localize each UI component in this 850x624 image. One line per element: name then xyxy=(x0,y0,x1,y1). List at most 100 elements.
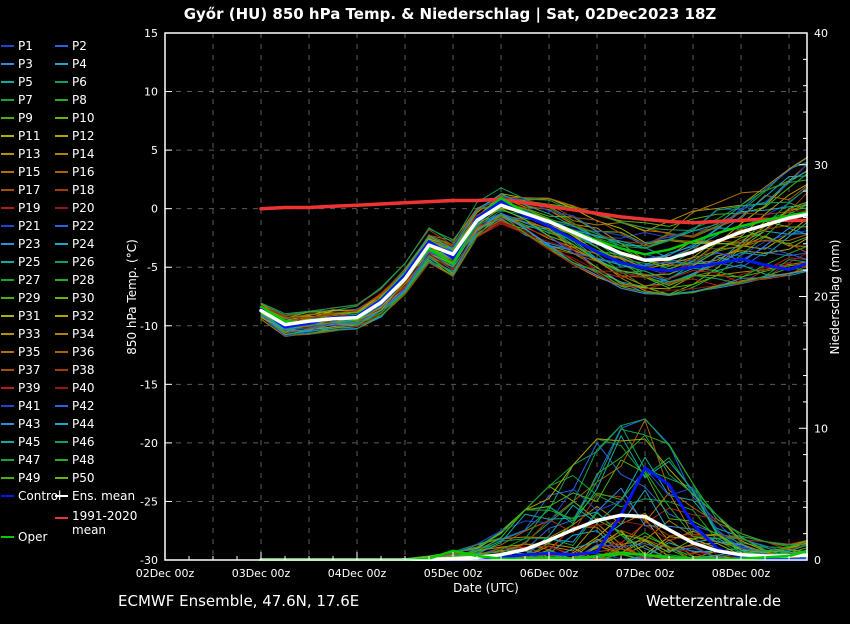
legend-member-p1: P1 xyxy=(1,37,33,55)
legend-member-p21: P21 xyxy=(1,217,41,235)
legend-member-p16-color-dash xyxy=(55,171,68,173)
x-tick-label: 07Dec 00z xyxy=(616,567,675,580)
legend-member-p5-label: P5 xyxy=(18,76,33,89)
legend-member-p21-color-dash xyxy=(1,225,14,227)
legend-member-p13-color-dash xyxy=(1,153,14,155)
y-right-tick-label: 30 xyxy=(814,159,828,172)
x-axis-label: Date (UTC) xyxy=(453,581,519,595)
legend-member-p30-label: P30 xyxy=(72,292,95,305)
legend-member-p30: P30 xyxy=(55,289,95,307)
y-left-tick-label: -30 xyxy=(140,554,158,567)
legend-member-p46: P46 xyxy=(55,433,95,451)
legend-member-p12-label: P12 xyxy=(72,130,95,143)
legend-member-p47-label: P47 xyxy=(18,454,41,467)
legend-member-p2-color-dash xyxy=(55,45,68,47)
legend-member-p43: P43 xyxy=(1,415,41,433)
legend-member-p17-label: P17 xyxy=(18,184,41,197)
legend-member-p48: P48 xyxy=(55,451,95,469)
legend-member-p50-label: P50 xyxy=(72,472,95,485)
legend-member-p32-label: P32 xyxy=(72,310,95,323)
legend-member-p28: P28 xyxy=(55,271,95,289)
x-tick-label: 06Dec 00z xyxy=(520,567,579,580)
legend-member-p39: P39 xyxy=(1,379,41,397)
legend-member-p7-color-dash xyxy=(1,99,14,101)
legend-member-p36: P36 xyxy=(55,343,95,361)
legend-member-p19: P19 xyxy=(1,199,41,217)
legend-member-p33-label: P33 xyxy=(18,328,41,341)
chart-title: Győr (HU) 850 hPa Temp. & Niederschlag |… xyxy=(40,5,850,23)
legend-climate-mean-label: 1991-2020 mean xyxy=(72,509,142,537)
y-left-tick-label: 0 xyxy=(151,203,158,216)
temp-member-line xyxy=(261,182,813,316)
y-right-tick-label: 10 xyxy=(814,422,828,435)
legend-member-p40-color-dash xyxy=(55,387,68,389)
legend-member-p17-color-dash xyxy=(1,189,14,191)
legend-member-p35: P35 xyxy=(1,343,41,361)
y-left-tick-label: 5 xyxy=(151,144,158,157)
legend-member-p42: P42 xyxy=(55,397,95,415)
legend-control: Control xyxy=(1,487,61,505)
legend-member-p43-color-dash xyxy=(1,423,14,425)
legend-member-p11: P11 xyxy=(1,127,41,145)
y-right-tick-label: 0 xyxy=(814,554,821,567)
legend-ens-mean-color-dash xyxy=(55,495,68,497)
legend-member-p6-color-dash xyxy=(55,81,68,83)
legend-member-p8-label: P8 xyxy=(72,94,87,107)
legend-member-p33-color-dash xyxy=(1,333,14,335)
grid-lines xyxy=(165,33,807,560)
legend-member-p48-label: P48 xyxy=(72,454,95,467)
legend-member-p39-label: P39 xyxy=(18,382,41,395)
legend-member-p18-label: P18 xyxy=(72,184,95,197)
legend-member-p38: P38 xyxy=(55,361,95,379)
y-left-tick-label: 15 xyxy=(144,27,158,40)
legend-member-p10: P10 xyxy=(55,109,95,127)
legend-member-p42-color-dash xyxy=(55,405,68,407)
legend-member-p10-label: P10 xyxy=(72,112,95,125)
legend-member-p17: P17 xyxy=(1,181,41,199)
legend-member-p21-label: P21 xyxy=(18,220,41,233)
legend-member-p49-label: P49 xyxy=(18,472,41,485)
legend-ens-mean: Ens. mean xyxy=(55,487,135,505)
legend-member-p12-color-dash xyxy=(55,135,68,137)
legend-member-p7-label: P7 xyxy=(18,94,33,107)
legend-member-p19-label: P19 xyxy=(18,202,41,215)
legend-member-p37: P37 xyxy=(1,361,41,379)
legend-member-p28-label: P28 xyxy=(72,274,95,287)
legend-oper-label: Oper xyxy=(18,531,47,544)
legend-member-p45: P45 xyxy=(1,433,41,451)
legend-control-color-dash xyxy=(1,495,14,497)
legend-member-p32: P32 xyxy=(55,307,95,325)
legend-member-p1-color-dash xyxy=(1,45,14,47)
legend-member-p26-color-dash xyxy=(55,261,68,263)
legend-member-p6: P6 xyxy=(55,73,87,91)
legend-oper-color-dash xyxy=(1,536,14,538)
legend-member-p7: P7 xyxy=(1,91,33,109)
legend-member-p15: P15 xyxy=(1,163,41,181)
legend-member-p49: P49 xyxy=(1,469,41,487)
legend-member-p29-label: P29 xyxy=(18,292,41,305)
x-tick-label: 08Dec 00z xyxy=(712,567,771,580)
legend-member-p34-label: P34 xyxy=(72,328,95,341)
legend-member-p9-color-dash xyxy=(1,117,14,119)
legend-member-p9-label: P9 xyxy=(18,112,33,125)
legend-member-p31: P31 xyxy=(1,307,41,325)
legend-member-p42-label: P42 xyxy=(72,400,95,413)
y-axis-label-right: Niederschlag (mm) xyxy=(828,240,842,355)
legend-member-p38-label: P38 xyxy=(72,364,95,377)
legend-member-p9: P9 xyxy=(1,109,33,127)
y-left-tick-label: -15 xyxy=(140,378,158,391)
legend-member-p32-color-dash xyxy=(55,315,68,317)
legend-ens-mean-label: Ens. mean xyxy=(72,490,135,503)
legend-member-p10-color-dash xyxy=(55,117,68,119)
x-tick-label: 03Dec 00z xyxy=(232,567,291,580)
footer-site-credit: Wetterzentrale.de xyxy=(646,592,781,610)
legend-member-p41: P41 xyxy=(1,397,41,415)
y-left-tick-label: -20 xyxy=(140,437,158,450)
legend-member-p29-color-dash xyxy=(1,297,14,299)
legend-member-p24: P24 xyxy=(55,235,95,253)
legend-member-p46-label: P46 xyxy=(72,436,95,449)
legend-member-p20-color-dash xyxy=(55,207,68,209)
legend-member-p5: P5 xyxy=(1,73,33,91)
legend-member-p27-label: P27 xyxy=(18,274,41,287)
legend-member-p13: P13 xyxy=(1,145,41,163)
